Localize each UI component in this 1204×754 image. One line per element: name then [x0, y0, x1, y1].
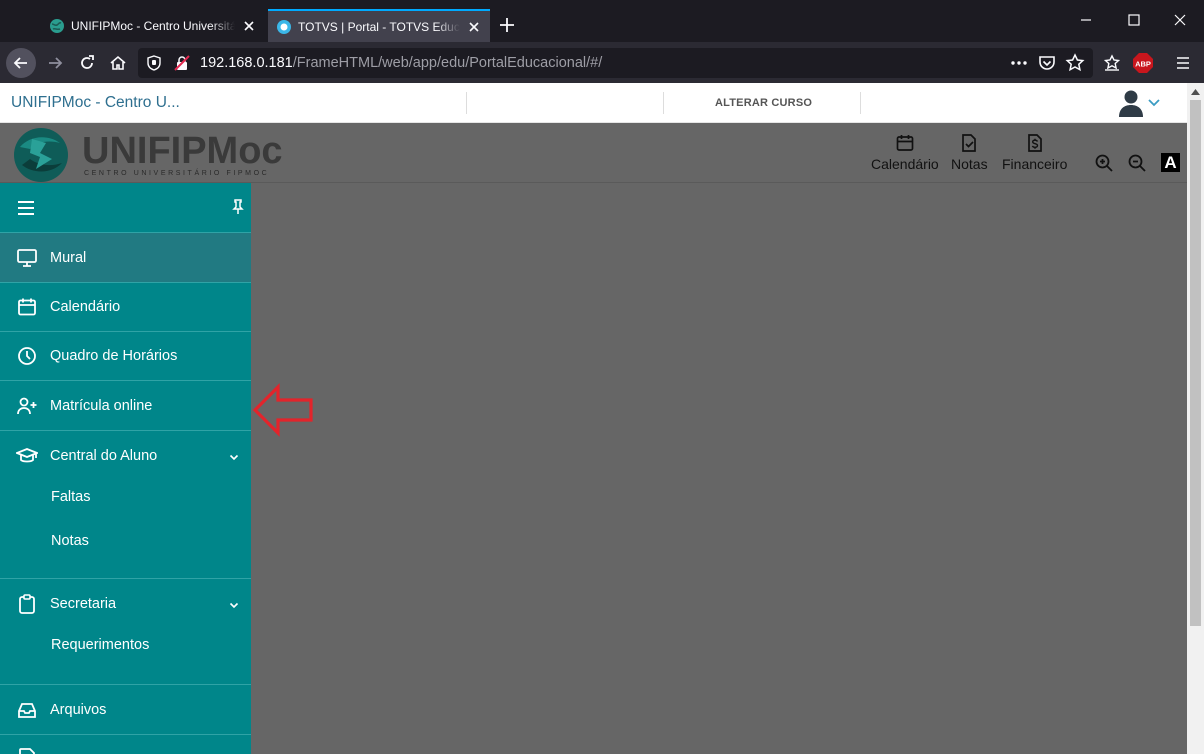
hamburger-icon	[1177, 57, 1189, 69]
change-course-button[interactable]: ALTERAR CURSO	[715, 97, 812, 109]
chevron-down-icon[interactable]	[228, 599, 240, 611]
zoom-in-icon[interactable]	[1094, 153, 1114, 173]
sidebar-group-secretaria: Secretaria Requerimentos	[0, 579, 251, 685]
arrow-right-icon	[49, 57, 63, 69]
high-contrast-button[interactable]: A	[1161, 153, 1180, 172]
sidebar-item-label: Central do Aluno	[50, 448, 158, 464]
shortcut-calendar[interactable]: Calendário	[871, 133, 939, 172]
sidebar-item-arquivos[interactable]: Arquivos	[0, 685, 251, 735]
sidebar-item-calendario[interactable]: Calendário	[0, 283, 251, 332]
scroll-thumb[interactable]	[1190, 100, 1201, 626]
pocket-icon[interactable]	[1038, 54, 1056, 72]
sidebar-item-mural[interactable]: Mural	[0, 233, 251, 283]
insecure-lock-icon[interactable]	[174, 55, 190, 71]
bookmarks-button[interactable]	[1097, 48, 1127, 78]
browser-toolbar: 192.168.0.181/FrameHTML/web/app/edu/Port…	[0, 42, 1204, 83]
sidebar-menu: Mural Calendário Quadro de Horários Matr…	[0, 183, 251, 754]
shield-icon[interactable]	[146, 55, 162, 71]
back-button[interactable]	[6, 48, 36, 78]
shortcut-label: Financeiro	[1002, 156, 1068, 172]
divider	[466, 92, 467, 114]
adblock-icon: ABP	[1133, 53, 1153, 73]
minimize-icon[interactable]	[1074, 8, 1098, 32]
chevron-down-icon[interactable]	[228, 451, 240, 463]
sidebar-item-quadro-de-horarios[interactable]: Quadro de Horários	[0, 332, 251, 381]
reload-icon	[81, 55, 94, 69]
adblock-button[interactable]: ABP	[1128, 48, 1158, 78]
page-scrollbar[interactable]	[1187, 83, 1204, 754]
divider	[663, 92, 664, 114]
shortcut-label: Calendário	[871, 156, 939, 172]
hamburger-icon[interactable]	[16, 200, 36, 216]
shortcut-label: Notas	[951, 156, 988, 172]
sidebar-item-central-do-aluno[interactable]: Central do Aluno	[0, 431, 251, 481]
shortcut-finance[interactable]: Financeiro	[1002, 133, 1067, 172]
shortcut-grades[interactable]: Notas	[951, 133, 988, 172]
inbox-icon	[16, 699, 38, 721]
svg-text:ABP: ABP	[1135, 60, 1151, 69]
bookmark-star-icon[interactable]	[1065, 53, 1085, 73]
sidebar-item-secretaria[interactable]: Secretaria	[0, 579, 251, 629]
tab-title: TOTVS | Portal - TOTVS Educacional	[298, 19, 460, 34]
home-button[interactable]	[103, 48, 133, 78]
maximize-icon[interactable]	[1122, 8, 1146, 32]
finance-icon	[1027, 134, 1042, 152]
sidebar-item-label: Calendário	[50, 299, 121, 315]
globe-icon	[49, 18, 65, 34]
clipboard-icon	[16, 593, 38, 615]
totvs-logo-icon	[276, 19, 292, 35]
sidebar-group-central-do-aluno: Central do Aluno Faltas Notas	[0, 431, 251, 579]
brand-bar: UNIFIPMoc CENTRO UNIVERSITÁRIO FIPMOC Ca…	[0, 123, 1187, 183]
sidebar-subitem-notas[interactable]: Notas	[51, 533, 89, 549]
url-text: 192.168.0.181/FrameHTML/web/app/edu/Port…	[200, 55, 603, 71]
tab-list-spacer	[0, 0, 40, 42]
address-bar[interactable]: 192.168.0.181/FrameHTML/web/app/edu/Port…	[138, 48, 1093, 78]
portal-top-bar: UNIFIPMoc - Centro U... ALTERAR CURSO	[0, 83, 1187, 123]
zoom-out-icon[interactable]	[1127, 153, 1147, 173]
user-menu[interactable]	[1118, 88, 1162, 118]
avatar-icon	[1119, 90, 1160, 117]
sidebar-item-matricula-online[interactable]: Matrícula online	[0, 381, 251, 431]
window-close-icon[interactable]	[1168, 8, 1192, 32]
monitor-icon	[16, 247, 38, 269]
unifipmoc-logo[interactable]: UNIFIPMoc CENTRO UNIVERSITÁRIO FIPMOC	[10, 125, 285, 183]
pin-icon[interactable]	[232, 199, 244, 215]
browser-tab-bar: UNIFIPMoc - Centro Universitário FIPMoc …	[0, 0, 1204, 42]
sidebar-item-label: Quadro de Horários	[50, 348, 178, 364]
tab-totvs-portal[interactable]: TOTVS | Portal - TOTVS Educacional	[268, 9, 490, 42]
clock-icon	[16, 345, 38, 367]
library-star-icon	[1103, 54, 1121, 71]
divider	[860, 92, 861, 114]
user-plus-icon	[16, 395, 38, 417]
calendar-icon	[896, 135, 914, 151]
forward-button[interactable]	[40, 48, 70, 78]
institution-name[interactable]: UNIFIPMoc - Centro U...	[11, 94, 180, 112]
annotation-arrow-icon	[252, 383, 314, 437]
sidebar-item-label: Mural	[50, 249, 87, 266]
document-icon	[16, 748, 38, 754]
svg-text:CENTRO UNIVERSITÁRIO FIPMOC: CENTRO UNIVERSITÁRIO FIPMOC	[84, 168, 269, 177]
new-tab-icon[interactable]	[496, 14, 518, 36]
sidebar-item-label: Secretaria	[50, 596, 117, 612]
close-icon[interactable]	[241, 18, 257, 34]
home-icon	[110, 55, 126, 70]
scroll-up-icon[interactable]	[1187, 83, 1204, 100]
tab-title: UNIFIPMoc - Centro Universitário FIPMoc	[71, 18, 235, 33]
menu-button[interactable]	[1168, 48, 1198, 78]
close-icon[interactable]	[466, 19, 482, 35]
sidebar-header	[0, 183, 251, 233]
tab-unifipmoc[interactable]: UNIFIPMoc - Centro Universitário FIPMoc	[41, 9, 265, 42]
sidebar-item-label: Matrícula online	[50, 397, 153, 414]
graduation-cap-icon	[16, 445, 38, 467]
sidebar-item-label: Arquivos	[50, 701, 107, 718]
reload-button[interactable]	[72, 48, 102, 78]
svg-text:UNIFIPMoc: UNIFIPMoc	[82, 130, 283, 172]
arrow-left-icon	[13, 57, 27, 69]
more-actions-icon[interactable]	[1010, 55, 1028, 71]
sidebar-subitem-faltas[interactable]: Faltas	[51, 489, 91, 505]
calendar-icon	[16, 296, 38, 318]
grades-icon	[962, 134, 977, 152]
portal-page: UNIFIPMoc - Centro U... ALTERAR CURSO UN…	[0, 83, 1187, 754]
sidebar-subitem-requerimentos[interactable]: Requerimentos	[51, 637, 149, 653]
